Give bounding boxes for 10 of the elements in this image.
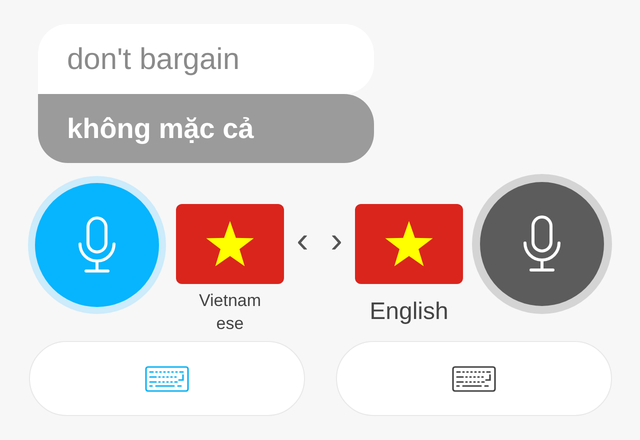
language-label: English: [370, 297, 448, 327]
flag-icon[interactable]: [355, 204, 463, 284]
flag-icon[interactable]: [176, 204, 284, 284]
microphone-icon: [523, 215, 561, 273]
language-label: Vietnamese: [198, 290, 262, 335]
previous-language-button[interactable]: ‹: [296, 220, 308, 260]
source-phrase: don't bargain: [38, 24, 374, 94]
microphone-icon: [78, 216, 116, 274]
translated-phrase: không mặc cả: [38, 94, 374, 163]
next-language-button[interactable]: ›: [330, 220, 342, 260]
